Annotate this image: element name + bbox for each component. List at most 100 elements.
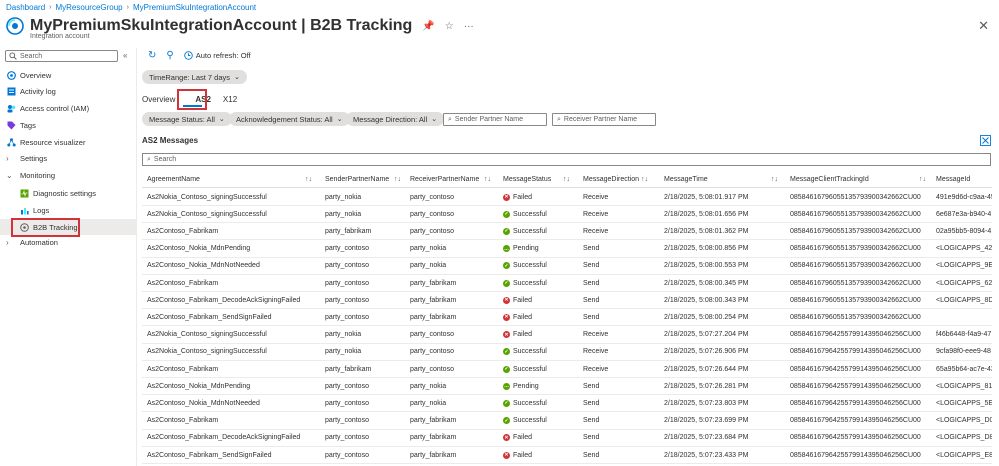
table-row[interactable]: As2Contoso_Nokia_MdnPending party_contoso… [142, 378, 992, 396]
table-cell: As2Contoso_Fabrikam [147, 279, 219, 287]
table-cell: party_fabrikam [325, 365, 372, 373]
sidebar-item-monitoring[interactable]: ⌄ Monitoring [0, 167, 136, 183]
table-row[interactable]: As2Contoso_Nokia_MdnNotNeeded party_conto… [142, 258, 992, 275]
integration-account-icon [6, 17, 24, 35]
sidebar-item-iam[interactable]: Access control (IAM) [0, 100, 136, 116]
message-status-filter[interactable]: Message Status: All ⌄ [142, 112, 232, 126]
table-row[interactable]: As2Nokia_Contoso_signingSuccessful party_… [142, 206, 992, 224]
chevron-down-icon: ⌄ [218, 116, 225, 123]
ack-status-filter[interactable]: Acknowledgement Status: All ⌄ [229, 112, 350, 126]
column-header[interactable]: MessageClientTrackingId [790, 172, 930, 187]
table-cell: <LOGICAPPS_E89 [936, 451, 992, 459]
table-row[interactable]: As2Nokia_Contoso_signingSuccessful party_… [142, 344, 992, 361]
table-row[interactable]: As2Contoso_Fabrikam party_fabrikam party_c… [142, 223, 992, 241]
sort-icon[interactable]: ↑↓ [484, 172, 491, 187]
sort-icon[interactable]: ↑↓ [563, 172, 570, 187]
table-cell: 08584616796055135793900342662CU00 [790, 296, 921, 304]
table-cell: 2/18/2025, 5:08:00.856 PM [664, 245, 749, 253]
column-header[interactable]: MessageDirection [583, 172, 661, 187]
more-options-icon[interactable]: ··· [464, 21, 474, 32]
nav-search-input[interactable]: Search [5, 50, 118, 62]
sender-partner-placeholder: Sender Partner Name [454, 116, 524, 123]
receiver-partner-input[interactable]: ⌕ Receiver Partner Name [552, 113, 656, 126]
table-cell: 2/18/2025, 5:07:23.699 PM [664, 417, 749, 425]
table-row[interactable]: As2Contoso_Fabrikam_DecodeAckSigningFail… [142, 430, 992, 447]
sidebar-item-logs[interactable]: Logs [0, 202, 136, 218]
table-cell: party_contoso [325, 434, 369, 442]
breadcrumb-resource-group[interactable]: MyResourceGroup [55, 3, 122, 12]
table-cell: 2/18/2025, 5:08:00.254 PM [664, 313, 749, 321]
sidebar-item-diagnostic-settings[interactable]: Diagnostic settings [0, 185, 136, 201]
column-header[interactable]: MessageStatus [503, 172, 571, 187]
table-cell: 08584616796055135793900342662CU00 [790, 193, 921, 201]
feedback-icon[interactable]: ⚲ [166, 50, 173, 61]
sort-icon[interactable]: ↑↓ [641, 172, 648, 187]
chevron-down-icon: ⌄ [336, 116, 343, 123]
column-header[interactable]: AgreementName [147, 172, 307, 187]
table-row[interactable]: As2Contoso_Fabrikam party_fabrikam party_c… [142, 361, 992, 378]
sort-icon[interactable]: ↑↓ [305, 172, 312, 187]
grid-search-input[interactable]: ⌕ Search [142, 153, 991, 166]
table-row[interactable]: As2Contoso_Fabrikam party_contoso party_fa… [142, 413, 992, 430]
sidebar-item-settings[interactable]: › Settings [0, 150, 136, 166]
column-header[interactable]: MessageTime [664, 172, 786, 187]
tab-x12[interactable]: X12 [223, 95, 237, 104]
refresh-icon[interactable]: ↻ [148, 50, 156, 61]
time-range-filter[interactable]: TimeRange: Last 7 days ⌄ [142, 70, 247, 84]
table-cell: 9cfa98f0-eee9-48 [936, 348, 991, 356]
status-label: Pending [513, 382, 539, 390]
sender-partner-input[interactable]: ⌕ Sender Partner Name [443, 113, 547, 126]
status-cell: ✕ Failed [503, 189, 571, 205]
sort-icon[interactable]: ↑↓ [919, 172, 926, 187]
table-cell: party_nokia [325, 348, 362, 356]
favorite-star-icon[interactable]: ☆ [445, 21, 454, 32]
table-cell: party_nokia [410, 399, 447, 407]
table-row[interactable]: As2Contoso_Fabrikam_DecodeAckSigningFail… [142, 292, 992, 310]
direction-filter[interactable]: Message Direction: All ⌄ [346, 112, 445, 126]
success-check-icon: ✓ [503, 417, 510, 425]
message-status-label: Message Status: All [149, 114, 215, 124]
sort-icon[interactable]: ↑↓ [771, 172, 778, 187]
pin-icon[interactable]: 📌 [422, 21, 434, 32]
sidebar-item-resource-visualizer[interactable]: Resource visualizer [0, 134, 136, 150]
collapse-nav-icon[interactable]: « [123, 51, 127, 60]
sidebar-item-label: Logs [33, 205, 50, 215]
breadcrumb-dashboard[interactable]: Dashboard [6, 3, 45, 12]
table-cell: 2/18/2025, 5:08:01.917 PM [664, 193, 749, 201]
table-cell: party_fabrikam [410, 313, 457, 321]
sidebar-item-activity-log[interactable]: Activity log [0, 83, 136, 99]
table-cell: party_contoso [410, 365, 454, 373]
pending-icon: … [503, 245, 510, 253]
breadcrumb-integration-account[interactable]: MyPremiumSkuIntegrationAccount [133, 3, 256, 12]
table-row[interactable]: As2Contoso_Fabrikam party_contoso party_fa… [142, 275, 992, 292]
chevron-right-icon: › [6, 237, 9, 247]
table-cell: party_fabrikam [410, 434, 457, 442]
table-row[interactable]: As2Contoso_Fabrikam_SendSignFailed party_… [142, 309, 992, 327]
table-cell: party_contoso [325, 296, 369, 304]
error-icon: ✕ [503, 296, 510, 304]
success-check-icon: ✓ [503, 348, 510, 356]
close-icon[interactable]: ✕ [978, 18, 989, 34]
export-excel-icon[interactable] [980, 135, 991, 146]
sort-icon[interactable]: ↑↓ [394, 172, 401, 187]
sidebar-item-overview[interactable]: Overview [0, 67, 136, 83]
table-row[interactable]: As2Nokia_Contoso_signingSuccessful party_… [142, 189, 992, 206]
status-cell: ✕ Failed [503, 309, 571, 325]
table-row[interactable]: As2Contoso_Fabrikam_SendSignFailed party_… [142, 447, 992, 464]
sidebar-item-label: Monitoring [20, 170, 56, 180]
toolbar: ↻ ⚲ Auto refresh: Off [148, 48, 251, 62]
table-cell: Send [583, 382, 600, 390]
table-cell: Receive [583, 193, 609, 201]
table-row[interactable]: As2Nokia_Contoso_signingSuccessful party_… [142, 327, 992, 344]
highlight-box-b2b-tracking [11, 218, 80, 237]
sidebar-item-tags[interactable]: Tags [0, 117, 136, 133]
nav-search-placeholder: Search [20, 52, 43, 60]
auto-refresh-button[interactable]: Auto refresh: Off [183, 51, 251, 60]
grid-search-placeholder: Search [153, 156, 177, 163]
table-row[interactable]: As2Contoso_Nokia_MdnPending party_contoso… [142, 241, 992, 258]
tab-overview[interactable]: Overview [142, 95, 175, 104]
table-cell: party_contoso [410, 210, 454, 218]
table-row[interactable]: As2Contoso_Nokia_MdnNotNeeded party_conto… [142, 395, 992, 413]
column-header[interactable]: MessageId [936, 172, 992, 187]
table-cell: party_contoso [325, 399, 369, 407]
